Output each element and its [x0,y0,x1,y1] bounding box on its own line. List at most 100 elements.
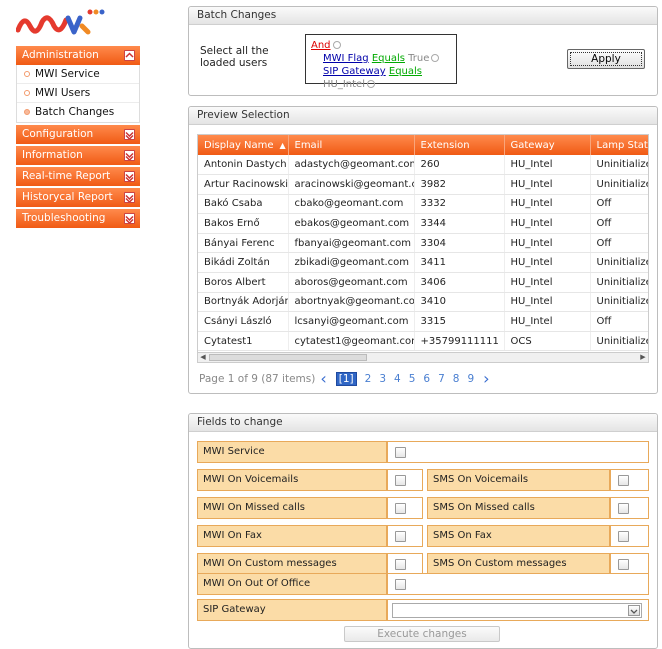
scroll-right-icon[interactable]: ▶ [638,353,648,362]
cell-display-name: Bikádi Zoltán [198,252,289,274]
sms-missed-calls-checkbox[interactable] [618,503,629,514]
chevron-down-icon[interactable] [124,150,135,161]
cell-gateway: HU_Intel [504,233,591,254]
sms-custom-messages-checkbox[interactable] [618,559,629,570]
table-row[interactable]: Bikádi Zoltán zbikadi@geomant.com 3411 HU_I… [198,252,648,274]
remove-condition-icon[interactable] [366,80,375,88]
nav-information[interactable]: Information [16,146,140,165]
cell-email: ebakos@geomant.com [288,213,415,234]
field-label: SIP Gateway [197,599,387,621]
side-nav: Administration MWI Service MWI Users Bat… [16,46,140,230]
mwi-missed-calls-checkbox[interactable] [395,503,406,514]
table-row[interactable]: Bortnyák Adorján abortnyak@geomant.com 341… [198,292,648,313]
col-header-gateway[interactable]: Gateway [504,135,591,155]
mwi-out-of-office-checkbox[interactable] [395,579,406,590]
col-header-display-name[interactable]: Display Name ▲ [198,135,289,155]
field-row-mwi-service: MWI Service [197,441,649,463]
table-row[interactable]: Cytatest1 cytatest1@geomant.com +357991111… [198,331,648,352]
field-row-voicemails: MWI On Voicemails SMS On Voicemails [197,469,649,491]
page-link[interactable]: 7 [438,373,445,385]
cell-email: fbanyai@geomant.com [288,233,415,254]
nav-item-batch-changes[interactable]: Batch Changes [17,103,139,122]
nav-configuration[interactable]: Configuration [16,125,140,144]
cell-extension: 3344 [414,213,505,234]
cell-gateway: HU_Intel [504,174,591,195]
panel-title: Preview Selection [189,107,657,125]
cell-gateway: OCS [504,331,591,352]
mwi-fax-checkbox[interactable] [395,531,406,542]
col-header-lamp-state[interactable]: Lamp State [590,135,648,155]
page-link[interactable]: 6 [423,373,430,385]
nav-administration[interactable]: Administration [16,46,140,65]
cell-display-name: Artur Racinowski [198,174,289,195]
sms-fax-checkbox[interactable] [618,531,629,542]
cell-extension: 3410 [414,292,505,313]
panel-title: Fields to change [189,414,657,432]
filter-value[interactable]: HU_Intel [323,79,365,90]
cell-email: cytatest1@geomant.com [288,331,415,352]
chevron-down-icon[interactable] [628,605,640,616]
nav-item-mwi-users[interactable]: MWI Users [17,84,139,103]
chevron-down-icon[interactable] [124,213,135,224]
page-link[interactable]: 9 [467,373,474,385]
cell-gateway: HU_Intel [504,252,591,274]
preview-selection-panel: Preview Selection Display Name ▲ Email Ex… [188,106,658,394]
sip-gateway-select[interactable] [392,603,642,618]
remove-condition-icon[interactable] [431,54,440,62]
filter-field[interactable]: SIP Gateway [323,66,386,77]
field-value [387,497,423,519]
filter-operator[interactable]: Equals [372,53,405,64]
field-label: MWI On Missed calls [197,497,387,519]
batch-changes-panel: Batch Changes Select all the loaded user… [188,6,658,96]
page-link[interactable]: 3 [379,373,386,385]
table-row[interactable]: Bakó Csaba cbako@geomant.com 3332 HU_Intel O… [198,194,648,215]
table-row[interactable]: Boros Albert aboros@geomant.com 3406 HU_Int… [198,272,648,293]
nav-historical-report[interactable]: Historycal Report [16,188,140,207]
mwi-logo [15,8,140,36]
chevron-down-icon[interactable] [124,171,135,182]
fields-to-change-panel: Fields to change MWI Service MWI On Voic… [188,413,658,649]
filter-field[interactable]: MWI Flag [323,53,369,64]
table-row[interactable]: Antonin Dastych adastych@geomant.com 260 HU… [198,155,648,176]
col-header-extension[interactable]: Extension [414,135,505,155]
page-link[interactable]: 4 [394,373,401,385]
page-link[interactable]: 2 [365,373,372,385]
horizontal-scrollbar[interactable]: ◀ ▶ [197,352,649,363]
scroll-thumb[interactable] [209,354,367,361]
add-condition-icon[interactable] [332,41,341,49]
scroll-left-icon[interactable]: ◀ [198,353,208,362]
prev-page-icon[interactable]: ‹ [320,369,326,388]
sms-voicemails-checkbox[interactable] [618,475,629,486]
select-all-label: Select all the loaded users [200,45,269,69]
page-link-current[interactable]: [1] [335,371,357,386]
mwi-voicemails-checkbox[interactable] [395,475,406,486]
mwi-service-checkbox[interactable] [395,447,406,458]
filter-group-operator[interactable]: And [311,40,331,51]
table-row[interactable]: Artur Racinowskiaracinowski@geomant.com3… [198,174,648,195]
field-value [387,525,423,547]
cell-extension: 3411 [414,252,505,274]
filter-operator[interactable]: Equals [389,66,422,77]
table-row[interactable]: Csányi László lcsanyi@geomant.com 3315 HU_I… [198,311,648,332]
filter-value[interactable]: True [408,53,429,64]
chevron-up-icon[interactable] [124,50,135,61]
cell-extension: 260 [414,155,505,176]
nav-realtime-report[interactable]: Real-time Report [16,167,140,186]
chevron-down-icon[interactable] [124,129,135,140]
table-row[interactable]: Bányai Ferenc fbanyai@geomant.com 3304 HU_I… [198,233,648,254]
field-value [387,573,649,595]
col-header-email[interactable]: Email [288,135,415,155]
nav-troubleshooting[interactable]: Troubleshooting [16,209,140,228]
preview-grid: Display Name ▲ Email Extension Gateway La… [197,134,649,362]
table-row[interactable]: Bakos Ernő ebakos@geomant.com 3344 HU_Intel… [198,213,648,234]
cell-display-name: Bányai Ferenc [198,233,289,254]
next-page-icon[interactable]: › [483,369,489,388]
page-link[interactable]: 8 [453,373,460,385]
cell-gateway: HU_Intel [504,292,591,313]
apply-button[interactable]: Apply [567,49,645,69]
execute-changes-button[interactable]: Execute changes [344,626,500,642]
mwi-custom-messages-checkbox[interactable] [395,559,406,570]
chevron-down-icon[interactable] [124,192,135,203]
page-link[interactable]: 5 [409,373,416,385]
nav-item-mwi-service[interactable]: MWI Service [17,65,139,84]
